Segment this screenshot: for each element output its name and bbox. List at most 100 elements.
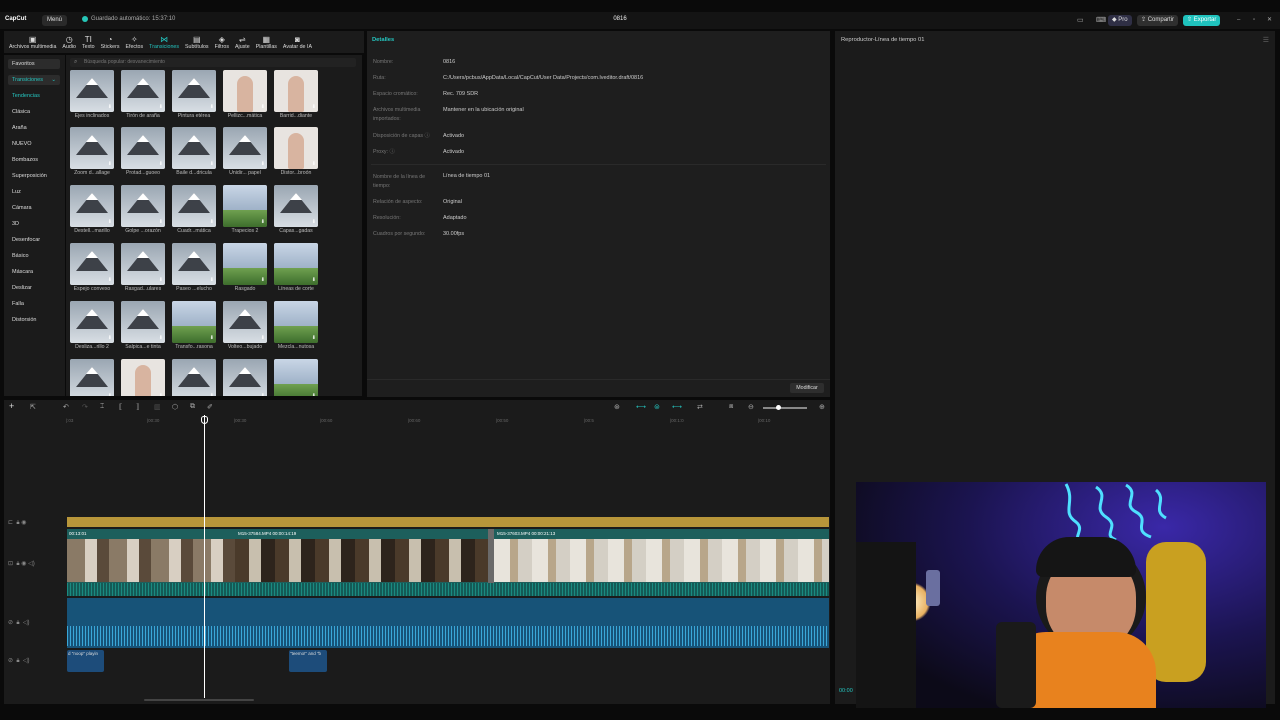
transition-thumbnail[interactable]: ⬇ — [70, 185, 114, 227]
download-icon[interactable]: ⬇ — [108, 335, 112, 341]
category-classic[interactable]: Clásica — [12, 109, 30, 115]
fit-icon[interactable]: ⧈ — [729, 403, 733, 411]
tab-templates[interactable]: ▦ Plantillas — [253, 31, 280, 53]
transition-thumbnail[interactable]: ⬇ — [274, 185, 318, 227]
menu-button[interactable]: Menú — [42, 15, 68, 26]
transition-thumbnail[interactable]: ⬇ — [172, 70, 216, 112]
category-bombs[interactable]: Bombazos — [12, 157, 38, 163]
transition-thumbnail[interactable]: ⬇ — [223, 127, 267, 169]
maximize-icon[interactable]: ▫ — [1249, 15, 1259, 26]
redo-icon[interactable]: ↷ — [82, 403, 88, 411]
transition-thumbnail[interactable]: ⬇ — [274, 301, 318, 343]
zoom-slider[interactable] — [763, 407, 807, 409]
tab-media[interactable]: ▣ Archivos multimedia — [6, 31, 59, 53]
download-icon[interactable]: ⬇ — [210, 335, 214, 341]
tab-subtitles[interactable]: ▤ Subtítulos — [182, 31, 212, 53]
close-icon[interactable]: ✕ — [1263, 15, 1276, 26]
download-icon[interactable]: ⬇ — [159, 277, 163, 283]
pro-button[interactable]: ◆ Pro — [1108, 15, 1132, 26]
category-trending[interactable]: Tendencias — [12, 93, 40, 99]
menu-icon[interactable]: ☰ — [1263, 36, 1269, 44]
link-icon[interactable]: ⟷ — [636, 403, 646, 411]
download-icon[interactable]: ⬇ — [312, 393, 316, 396]
download-icon[interactable]: ⬇ — [261, 219, 265, 225]
download-icon[interactable]: ⬇ — [261, 393, 265, 396]
sfx-clip[interactable]: d "noop" playin — [67, 650, 104, 672]
download-icon[interactable]: ⬇ — [210, 161, 214, 167]
zoom-slider-handle[interactable] — [776, 405, 781, 410]
delete-icon[interactable]: ▥ — [154, 403, 161, 411]
transition-thumbnail[interactable]: ⬇ — [274, 70, 318, 112]
video-clip[interactable] — [494, 539, 829, 582]
playhead[interactable] — [204, 415, 205, 698]
transition-thumbnail[interactable]: ⬇ — [172, 301, 216, 343]
audio-clip[interactable] — [67, 598, 829, 648]
zoom-out-icon[interactable]: ⊖ — [748, 403, 754, 411]
download-icon[interactable]: ⬇ — [210, 104, 214, 110]
overlay-clip[interactable] — [67, 517, 829, 527]
download-icon[interactable]: ⬇ — [108, 393, 112, 396]
download-icon[interactable]: ⬇ — [312, 161, 316, 167]
download-icon[interactable]: ⬇ — [261, 161, 265, 167]
trim-left-icon[interactable]: ⟦ — [119, 403, 122, 411]
download-icon[interactable]: ⬇ — [210, 219, 214, 225]
download-icon[interactable]: ⬇ — [159, 104, 163, 110]
magic-icon[interactable]: ✐ — [207, 403, 213, 411]
download-icon[interactable]: ⬇ — [159, 219, 163, 225]
category-favorites[interactable]: Favoritos — [8, 59, 60, 69]
category-3d[interactable]: 3D — [12, 221, 19, 227]
transition-thumbnail[interactable]: ⬇ — [223, 301, 267, 343]
transition-thumbnail[interactable]: ⬇ — [223, 185, 267, 227]
download-icon[interactable]: ⬇ — [261, 277, 265, 283]
category-camera[interactable]: Cámara — [12, 205, 32, 211]
export-button[interactable]: ⇧ Exportar — [1183, 15, 1221, 26]
transition-thumbnail[interactable]: ⬇ — [223, 70, 267, 112]
category-blur[interactable]: Desenfocar — [12, 237, 40, 243]
mic-icon[interactable]: ⊛ — [614, 403, 620, 411]
category-overlay[interactable]: Superposición — [12, 173, 47, 179]
transition-thumbnail[interactable]: ⬇ — [223, 359, 267, 396]
download-icon[interactable]: ⬇ — [261, 104, 265, 110]
sfx-clip[interactable]: "teemo!" and "b — [289, 650, 327, 672]
category-light[interactable]: Luz — [12, 189, 21, 195]
preview-axis-icon[interactable]: ⇄ — [697, 403, 703, 411]
download-icon[interactable]: ⬇ — [159, 161, 163, 167]
download-icon[interactable]: ⬇ — [261, 335, 265, 341]
select-tool-icon[interactable]: ⇱ — [30, 403, 36, 411]
track-controls[interactable]: ⊡ 🔒︎ ◉ ◁) — [8, 560, 35, 568]
download-icon[interactable]: ⬇ — [159, 335, 163, 341]
crop-icon[interactable]: ⧉ — [190, 403, 195, 411]
tab-text[interactable]: TI Texto — [79, 31, 98, 53]
transition-thumbnail[interactable]: ⬇ — [121, 127, 165, 169]
layout-icon[interactable]: ▭ — [1073, 15, 1088, 26]
tab-filters[interactable]: ◈ Filtros — [212, 31, 232, 53]
playhead-handle[interactable] — [201, 416, 208, 424]
transition-thumbnail[interactable]: ⬇ — [121, 243, 165, 285]
transition-thumbnail[interactable]: ⬇ — [70, 70, 114, 112]
download-icon[interactable]: ⬇ — [108, 161, 112, 167]
download-icon[interactable]: ⬇ — [108, 277, 112, 283]
transition-thumbnail[interactable]: ⬇ — [172, 359, 216, 396]
transition-thumbnail[interactable]: ⬇ — [274, 127, 318, 169]
category-glitch[interactable]: Falla — [12, 301, 24, 307]
download-icon[interactable]: ⬇ — [312, 277, 316, 283]
download-icon[interactable]: ⬇ — [312, 335, 316, 341]
transition-thumbnail[interactable]: ⬇ — [274, 359, 318, 396]
transition-thumbnail[interactable]: ⬇ — [172, 127, 216, 169]
search-input[interactable]: Búsqueda popular: desvanecimiento — [70, 58, 356, 67]
trim-right-icon[interactable]: ⟧ — [136, 403, 139, 411]
tab-transitions[interactable]: ⋈ Transiciones — [146, 31, 182, 53]
horizontal-scrollbar[interactable] — [144, 699, 254, 701]
category-distortion[interactable]: Distorsión — [12, 317, 36, 323]
details-tab[interactable]: Detalles — [372, 37, 394, 43]
download-icon[interactable]: ⬇ — [108, 219, 112, 225]
category-new[interactable]: NUEVO — [12, 141, 32, 147]
track-controls[interactable]: ⊘ 🔒︎ ◁) — [8, 619, 30, 627]
category-slide[interactable]: Deslizar — [12, 285, 32, 291]
split-icon[interactable]: ⌶ — [100, 403, 104, 411]
modify-button[interactable]: Modificar — [790, 383, 824, 393]
minimize-icon[interactable]: – — [1233, 15, 1244, 26]
download-icon[interactable]: ⬇ — [159, 393, 163, 396]
transition-thumbnail[interactable]: ⬇ — [70, 359, 114, 396]
category-spider[interactable]: Araña — [12, 125, 27, 131]
